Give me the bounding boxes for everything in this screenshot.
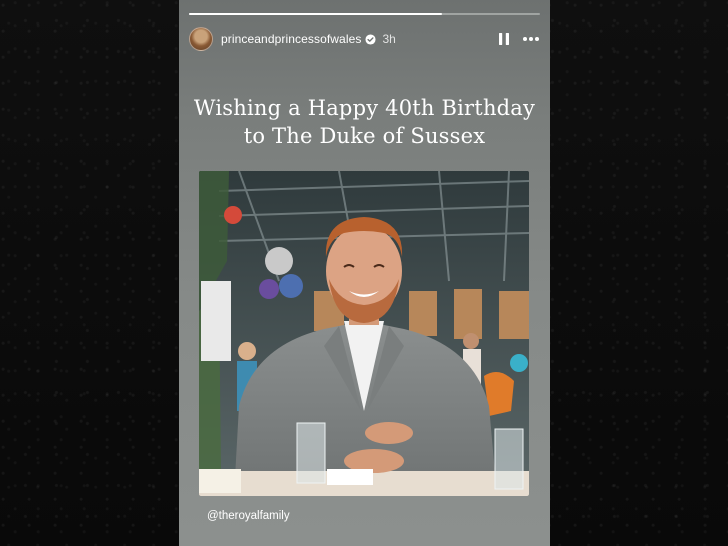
avatar[interactable] xyxy=(189,27,213,51)
account-username[interactable]: princeandprincessofwales xyxy=(221,32,361,46)
verified-badge-icon xyxy=(365,33,377,45)
story-headline: Wishing a Happy 40th Birthday to The Duk… xyxy=(179,94,550,150)
headline-line-1: Wishing a Happy 40th Birthday xyxy=(193,96,536,120)
story-viewer[interactable]: princeandprincessofwales 3h Wishing a Ha… xyxy=(179,0,550,546)
more-options-icon[interactable] xyxy=(522,36,540,42)
story-controls xyxy=(498,32,540,46)
headline-line-2: to The Duke of Sussex xyxy=(243,124,486,148)
story-header: princeandprincessofwales 3h xyxy=(189,27,540,51)
pause-icon[interactable] xyxy=(498,32,510,46)
story-progress-fill xyxy=(189,13,442,15)
post-timestamp: 3h xyxy=(382,32,396,46)
story-progress-bar xyxy=(189,13,540,15)
story-photo xyxy=(199,171,529,496)
mention-tag[interactable]: @theroyalfamily xyxy=(207,510,290,522)
